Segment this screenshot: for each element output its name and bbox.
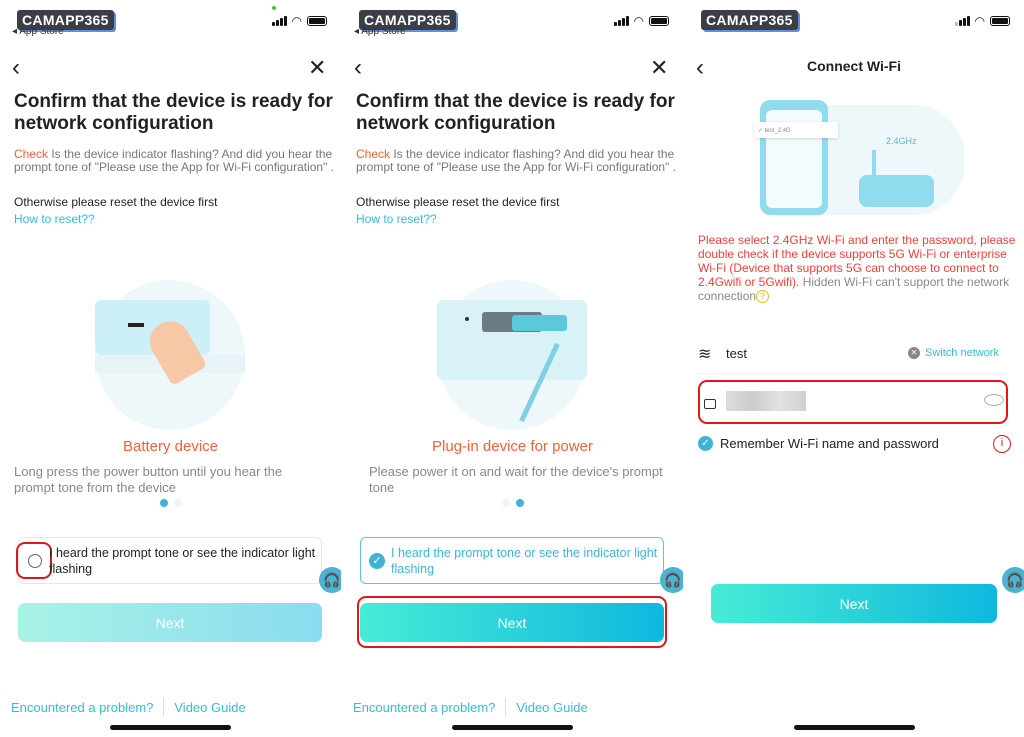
app-store-label: App Store <box>19 26 64 37</box>
screen-connect-wifi: CAMAPP365 ◠ ‹ Connect Wi-Fi ✓ test_2.4G … <box>684 0 1024 737</box>
page-title: Confirm that the device is ready for net… <box>14 91 333 134</box>
battery-icon <box>307 16 327 26</box>
confirm-label: I heard the prompt tone or see the indic… <box>49 546 316 576</box>
band-label: 2.4GHz <box>886 136 917 146</box>
close-icon[interactable]: ✕ <box>650 55 668 81</box>
page-title: Connect Wi-Fi <box>807 58 901 74</box>
device-type-desc: Long press the power button until you he… <box>14 464 283 495</box>
confirm-label: I heard the prompt tone or see the indic… <box>391 546 658 576</box>
page-indicator <box>342 499 683 507</box>
page-indicator <box>0 499 341 507</box>
power-plug-icon <box>512 315 567 331</box>
video-guide-link[interactable]: Video Guide <box>516 700 587 715</box>
signal-icon <box>271 16 287 26</box>
status-bar-icons: ◠ <box>954 14 1010 28</box>
problem-link[interactable]: Encountered a problem? <box>11 700 153 715</box>
status-bar-icons: ◠ <box>613 14 669 28</box>
home-indicator <box>794 725 915 730</box>
page-dot-active[interactable] <box>515 499 524 507</box>
how-to-reset-link[interactable]: How to reset?? <box>14 212 95 226</box>
battery-device-illustration <box>95 280 245 430</box>
remember-checkbox[interactable]: ✓ <box>698 436 713 451</box>
reset-hint: Otherwise please reset the device first <box>356 195 560 209</box>
confirm-checkbox-card[interactable]: ✓ I heard the prompt tone or see the ind… <box>360 537 664 584</box>
reset-hint: Otherwise please reset the device first <box>14 195 218 209</box>
divider <box>698 373 1008 374</box>
divider <box>163 698 165 716</box>
page-dot[interactable] <box>173 499 182 507</box>
switch-network-label: Switch network <box>925 347 999 359</box>
next-button[interactable]: Next <box>711 584 997 623</box>
page-title: Confirm that the device is ready for net… <box>356 91 675 134</box>
support-headset-icon[interactable]: 🎧 <box>660 567 683 593</box>
footer-links: Encountered a problem? Video Guide <box>353 698 588 716</box>
screen-plugin-device: CAMAPP365 ◂ App Store ◠ ‹ ✕ Confirm that… <box>342 0 683 737</box>
router-icon <box>859 175 934 207</box>
wifi-icon: ◠ <box>633 14 644 28</box>
check-text: Is the device indicator flashing? And di… <box>14 147 335 174</box>
wifi-signal-icon: ≋ <box>698 346 712 363</box>
instruction-text: Check Is the device indicator flashing? … <box>356 148 676 173</box>
wifi-router-illustration: ✓ test_2.4G 2.4GHz <box>744 100 964 215</box>
help-question-icon[interactable]: ? <box>756 290 770 304</box>
illustration-ssid: test_2.4G <box>764 128 791 134</box>
next-button[interactable]: Next <box>360 603 664 642</box>
video-guide-link[interactable]: Video Guide <box>174 700 245 715</box>
ssid-value: test <box>726 346 747 361</box>
password-masked <box>726 391 806 411</box>
lock-icon <box>704 399 716 409</box>
status-bar-icons: ◠ <box>271 14 327 28</box>
home-indicator <box>110 725 231 730</box>
screen-battery-device: CAMAPP365 ◂ App Store ◠ ‹ ✕ Confirm that… <box>0 0 341 737</box>
footer-links: Encountered a problem? Video Guide <box>11 698 246 716</box>
remember-label: Remember Wi-Fi name and password <box>720 436 939 451</box>
clear-icon: ✕ <box>908 347 920 359</box>
divider <box>505 698 507 716</box>
eye-icon[interactable] <box>984 394 1004 406</box>
battery-icon <box>649 16 669 26</box>
switch-network-button[interactable]: ✕ Switch network <box>908 347 999 359</box>
close-icon[interactable]: ✕ <box>308 55 326 81</box>
highlight-box <box>16 542 52 579</box>
confirm-checkbox-card[interactable]: I heard the prompt tone or see the indic… <box>16 537 322 584</box>
app-store-label: App Store <box>361 26 406 37</box>
back-chevron-icon[interactable]: ‹ <box>12 54 20 82</box>
problem-link[interactable]: Encountered a problem? <box>353 700 495 715</box>
wifi-warning: Please select 2.4GHz Wi-Fi and enter the… <box>698 233 1018 304</box>
instruction-text: Check Is the device indicator flashing? … <box>14 148 334 173</box>
next-button-disabled[interactable]: Next <box>18 603 322 642</box>
password-field[interactable] <box>698 380 1008 424</box>
wifi-icon: ◠ <box>291 14 302 28</box>
device-type-desc: Please power it on and wait for the devi… <box>369 464 663 495</box>
mic-indicator <box>272 6 276 10</box>
signal-icon <box>954 16 970 26</box>
device-type-title: Plug-in device for power <box>432 438 593 455</box>
info-icon[interactable]: i <box>993 435 1011 453</box>
support-headset-icon[interactable]: 🎧 <box>319 567 341 593</box>
wifi-icon: ◠ <box>974 14 985 28</box>
ssid-popup: ✓ test_2.4G <box>754 122 838 138</box>
back-to-app-store[interactable]: ◂ App Store <box>12 26 64 37</box>
checked-icon[interactable]: ✓ <box>369 553 385 569</box>
device-type-title: Battery device <box>122 438 219 455</box>
how-to-reset-link[interactable]: How to reset?? <box>356 212 437 226</box>
battery-icon <box>990 16 1010 26</box>
plugin-device-illustration <box>437 280 587 430</box>
back-chevron-icon[interactable]: ‹ <box>354 54 362 82</box>
page-dot-active[interactable] <box>159 499 168 507</box>
signal-icon <box>613 16 629 26</box>
page-dot[interactable] <box>501 499 510 507</box>
back-to-app-store[interactable]: ◂ App Store <box>354 26 406 37</box>
home-indicator <box>452 725 573 730</box>
check-text: Is the device indicator flashing? And di… <box>356 147 677 174</box>
watermark: CAMAPP365 <box>701 10 798 30</box>
support-headset-icon[interactable]: 🎧 <box>1002 567 1024 593</box>
